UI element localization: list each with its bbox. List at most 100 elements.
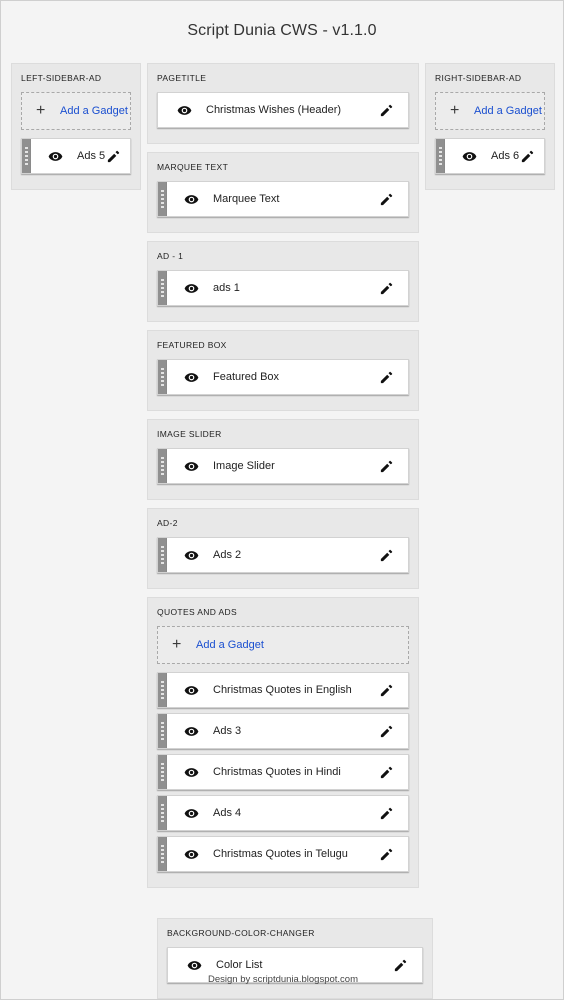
eye-icon[interactable]: [461, 148, 477, 164]
gadget-name: Ads 5: [77, 150, 105, 162]
drag-handle-icon[interactable]: [158, 449, 167, 483]
gadget-row[interactable]: Christmas Wishes (Header): [157, 92, 409, 128]
eye-icon[interactable]: [186, 957, 202, 973]
gadget-row[interactable]: Ads 4: [157, 795, 409, 831]
drag-handle-icon[interactable]: [158, 796, 167, 830]
plus-icon: +: [36, 103, 50, 119]
section-title: AD - 1: [157, 251, 409, 261]
gadget-name: Featured Box: [213, 371, 378, 383]
gadget-name: Christmas Quotes in English: [213, 684, 378, 696]
eye-icon[interactable]: [183, 191, 199, 207]
pencil-icon[interactable]: [378, 369, 394, 385]
drag-handle-icon[interactable]: [158, 714, 167, 748]
gadget-row[interactable]: ads 1: [157, 270, 409, 306]
eye-icon[interactable]: [183, 764, 199, 780]
pencil-icon[interactable]: [105, 148, 121, 164]
gadget-row[interactable]: Christmas Quotes in Hindi: [157, 754, 409, 790]
gadget-name: Marquee Text: [213, 193, 378, 205]
gadget-row[interactable]: Featured Box: [157, 359, 409, 395]
pencil-icon[interactable]: [378, 846, 394, 862]
eye-icon[interactable]: [183, 723, 199, 739]
eye-icon[interactable]: [183, 458, 199, 474]
section-left-sidebar-ad: LEFT-SIDEBAR-AD + Add a Gadget Ads 5: [11, 63, 141, 190]
right-sidebar-column: RIGHT-SIDEBAR-AD + Add a Gadget Ads 6: [425, 63, 555, 198]
add-a-gadget-button[interactable]: + Add a Gadget: [21, 92, 131, 130]
drag-handle-icon[interactable]: [158, 182, 167, 216]
pencil-icon[interactable]: [378, 547, 394, 563]
drag-handle-icon[interactable]: [22, 139, 31, 173]
section-title: QUOTES AND ADS: [157, 607, 409, 617]
drag-handle-icon[interactable]: [158, 837, 167, 871]
gadget-name: Christmas Wishes (Header): [206, 104, 378, 116]
section-pagetitle: PAGETITLE Christmas Wishes (Header): [147, 63, 419, 144]
bottom-section-wrap: BACKGROUND-COLOR-CHANGER Color List: [1, 918, 564, 1000]
pencil-icon[interactable]: [378, 682, 394, 698]
gadget-row[interactable]: Marquee Text: [157, 181, 409, 217]
gadget-name: Christmas Quotes in Telugu: [213, 848, 378, 860]
section-ad-2: AD-2 Ads 2: [147, 508, 419, 589]
section-title: PAGETITLE: [157, 73, 409, 83]
gadget-row[interactable]: Image Slider: [157, 448, 409, 484]
left-sidebar-gadget-host: + Add a Gadget Ads 5: [21, 92, 131, 174]
pencil-icon[interactable]: [378, 764, 394, 780]
gadget-row[interactable]: Christmas Quotes in English: [157, 672, 409, 708]
gadget-row[interactable]: Ads 6: [435, 138, 545, 174]
gadget-row[interactable]: Christmas Quotes in Telugu: [157, 836, 409, 872]
eye-icon[interactable]: [183, 280, 199, 296]
add-a-gadget-label: Add a Gadget: [60, 105, 128, 117]
eye-icon[interactable]: [183, 547, 199, 563]
add-a-gadget-label: Add a Gadget: [196, 639, 264, 651]
gadget-name: ads 1: [213, 282, 378, 294]
section-ad-1: AD - 1 ads 1: [147, 241, 419, 322]
gadget-name: Ads 6: [491, 150, 519, 162]
drag-handle-icon[interactable]: [158, 271, 167, 305]
eye-icon[interactable]: [183, 369, 199, 385]
pencil-icon[interactable]: [378, 723, 394, 739]
page-title: Script Dunia CWS - v1.1.0: [1, 1, 563, 40]
gadget-row[interactable]: Ads 3: [157, 713, 409, 749]
gadget-row[interactable]: Ads 2: [157, 537, 409, 573]
drag-handle-icon[interactable]: [158, 673, 167, 707]
section-title: AD-2: [157, 518, 409, 528]
section-title: LEFT-SIDEBAR-AD: [21, 73, 131, 83]
gadget-name: Ads 4: [213, 807, 378, 819]
gadget-row[interactable]: Ads 5: [21, 138, 131, 174]
pencil-icon[interactable]: [378, 102, 394, 118]
eye-icon[interactable]: [183, 805, 199, 821]
eye-icon[interactable]: [47, 148, 63, 164]
section-background-color-changer: BACKGROUND-COLOR-CHANGER Color List: [157, 918, 433, 999]
section-title: BACKGROUND-COLOR-CHANGER: [167, 928, 423, 938]
add-a-gadget-label: Add a Gadget: [474, 105, 542, 117]
gadget-name: Christmas Quotes in Hindi: [213, 766, 378, 778]
gadget-name: Ads 3: [213, 725, 378, 737]
layout-editor-page: Script Dunia CWS - v1.1.0 LEFT-SIDEBAR-A…: [0, 0, 564, 1000]
plus-icon: +: [450, 103, 464, 119]
eye-icon[interactable]: [183, 682, 199, 698]
main-column: PAGETITLEChristmas Wishes (Header)MARQUE…: [147, 63, 419, 896]
plus-icon: +: [172, 637, 186, 653]
add-a-gadget-button[interactable]: + Add a Gadget: [435, 92, 545, 130]
eye-icon[interactable]: [183, 846, 199, 862]
gadget-name: Image Slider: [213, 460, 378, 472]
pencil-icon[interactable]: [392, 957, 408, 973]
section-quotes-and-ads: QUOTES AND ADS + Add a Gadget Christmas Quo…: [147, 597, 419, 888]
drag-handle-icon[interactable]: [436, 139, 445, 173]
section-featured-box: FEATURED BOX Featured Box: [147, 330, 419, 411]
pencil-icon[interactable]: [378, 280, 394, 296]
drag-handle-icon[interactable]: [158, 538, 167, 572]
section-title: FEATURED BOX: [157, 340, 409, 350]
gadget-name: Color List: [216, 959, 392, 971]
pencil-icon[interactable]: [519, 148, 535, 164]
layout-columns: LEFT-SIDEBAR-AD + Add a Gadget Ads 5 PAGET…: [1, 63, 564, 896]
pencil-icon[interactable]: [378, 805, 394, 821]
left-sidebar-column: LEFT-SIDEBAR-AD + Add a Gadget Ads 5: [11, 63, 141, 198]
section-title: RIGHT-SIDEBAR-AD: [435, 73, 545, 83]
eye-icon[interactable]: [176, 102, 192, 118]
pencil-icon[interactable]: [378, 458, 394, 474]
drag-handle-icon[interactable]: [158, 755, 167, 789]
drag-handle-icon[interactable]: [158, 360, 167, 394]
section-right-sidebar-ad: RIGHT-SIDEBAR-AD + Add a Gadget Ads 6: [425, 63, 555, 190]
right-sidebar-gadget-host: + Add a Gadget Ads 6: [435, 92, 545, 174]
add-a-gadget-button[interactable]: + Add a Gadget: [157, 626, 409, 664]
pencil-icon[interactable]: [378, 191, 394, 207]
